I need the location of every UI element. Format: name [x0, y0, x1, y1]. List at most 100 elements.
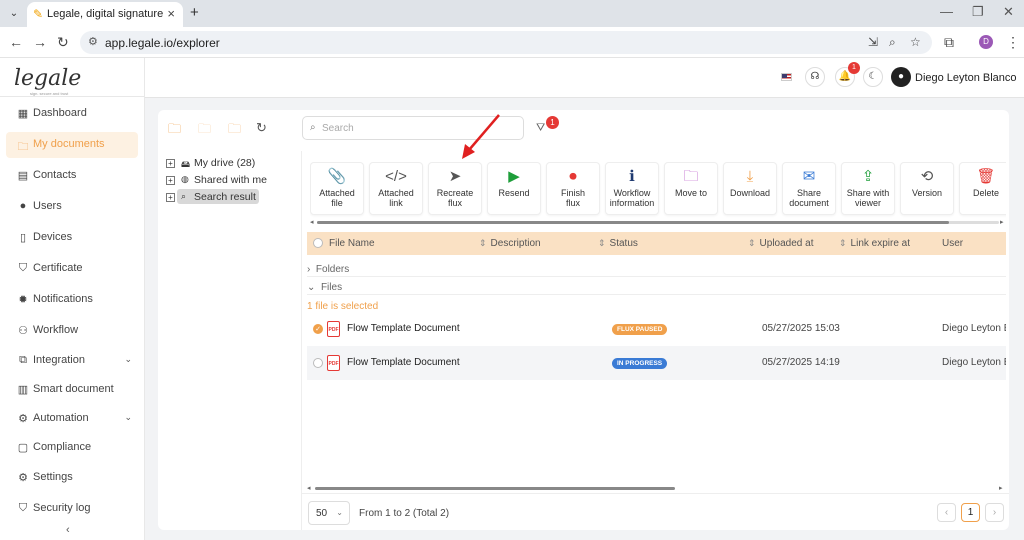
refresh-icon[interactable]: ↻ [256, 120, 267, 136]
column-link-expire[interactable]: ⇕ Link expire at [839, 238, 910, 249]
attached-file-button[interactable]: 📎 Attached file [310, 162, 364, 215]
collapse-sidebar-icon[interactable]: ‹ [66, 524, 70, 536]
user-name[interactable]: Diego Leyton Blanco [915, 72, 1017, 84]
group-files[interactable]: ⌄ Files [307, 282, 342, 293]
dashboard-icon: ▦ [17, 108, 29, 120]
next-page-button[interactable]: › [985, 503, 1004, 522]
divider [302, 493, 1009, 494]
column-uploaded-at[interactable]: ⇕ Uploaded at [748, 238, 813, 249]
sidebar-item-automation[interactable]: ⚙ Automation ⌄ [6, 406, 138, 432]
dark-mode-icon[interactable]: ☾ [863, 67, 883, 87]
sidebar-item-certificate[interactable]: ⛉ Certificate [6, 256, 138, 282]
share-document-button[interactable]: ✉ Share document [782, 162, 836, 215]
restore-icon[interactable]: ❐ [972, 4, 984, 20]
download-folder-icon[interactable]: 🗀 [198, 120, 211, 142]
minimize-icon[interactable]: — [940, 4, 953, 19]
page-button-current[interactable]: 1 [961, 503, 980, 522]
column-label: Description [490, 238, 541, 249]
site-info-icon[interactable]: ⚙ [88, 35, 98, 48]
expand-icon[interactable]: + [166, 159, 175, 168]
zoom-icon[interactable]: ⌕ [889, 35, 896, 50]
move-to-button[interactable]: 🗀 Move to [664, 162, 718, 215]
prev-page-button[interactable]: ‹ [937, 503, 956, 522]
column-user[interactable]: User [942, 238, 963, 249]
sidebar-item-label: Notifications [33, 293, 93, 305]
scroll-right-icon[interactable]: ▸ [999, 484, 1003, 492]
code-link-icon: </> [385, 168, 407, 185]
page-size-select[interactable]: 50 ⌄ [308, 501, 350, 525]
chevron-down-icon[interactable]: ⌄ [124, 412, 132, 423]
column-status[interactable]: ⇕ Status [598, 238, 638, 249]
us-flag-icon[interactable] [781, 73, 792, 81]
column-description[interactable]: ⇕ Description [479, 238, 541, 249]
forward-icon[interactable]: → [33, 34, 47, 50]
action-label-line1: Attached [378, 188, 414, 198]
tab-search-button[interactable]: ⌄ [6, 6, 22, 22]
column-file-name[interactable]: File Name [329, 238, 375, 249]
sidebar-item-settings[interactable]: ⚙ Settings [6, 465, 138, 491]
scroll-thumb[interactable] [317, 221, 949, 224]
expand-icon[interactable]: + [166, 176, 175, 185]
install-app-icon[interactable]: ⇲ [868, 35, 878, 49]
finish-flux-button[interactable]: ⏺ Finish flux [546, 162, 600, 215]
table-row[interactable]: ✓ PDF Flow Template Document FLUX PAUSED 05/… [307, 312, 1006, 346]
back-icon[interactable]: ← [9, 34, 23, 50]
explorer-panel: 🗀 🗀 🗀 ↻ ⌕ Search ⛛ 1 + 🖴 My drive (28) + ◍ Sh… [158, 110, 1009, 530]
sidebar-item-label: Compliance [33, 441, 92, 453]
filter-icon[interactable]: ⛛ [536, 122, 545, 135]
table-scrollbar[interactable]: ◂ ▸ [307, 484, 1006, 492]
resend-button[interactable]: ▶ Resend [487, 162, 541, 215]
sidebar-item-integration[interactable]: ⧉ Integration ⌄ [6, 348, 138, 374]
sidebar-item-smart-document[interactable]: ▥ Smart document [6, 377, 138, 403]
toolbar-scrollbar[interactable]: ◂ ▸ [310, 218, 1006, 226]
sidebar-item-dashboard[interactable]: ▦ Dashboard [6, 101, 138, 127]
new-tab-button[interactable]: + [190, 4, 199, 21]
attached-link-button[interactable]: </> Attached link [369, 162, 423, 215]
sidebar-item-devices[interactable]: ▯ Devices [6, 225, 138, 251]
search-input[interactable]: ⌕ Search [302, 116, 524, 140]
table-row[interactable]: PDF Flow Template Document IN PROGRESS 05/2… [307, 346, 1006, 380]
workflow-information-button[interactable]: ℹ Workflow information [605, 162, 659, 215]
sidebar-item-users[interactable]: ● Users [6, 194, 138, 220]
menu-icon[interactable]: ⋮ [1006, 34, 1020, 51]
user-avatar-icon[interactable]: ● [891, 67, 911, 87]
close-icon[interactable]: × [167, 6, 175, 21]
close-window-icon[interactable]: ✕ [1003, 4, 1014, 20]
rename-folder-icon[interactable]: 🗀 [228, 120, 241, 142]
download-icon: ⤓ [746, 168, 754, 185]
delete-button[interactable]: 🗑 Delete [959, 162, 1006, 215]
new-folder-icon[interactable]: 🗀 [168, 120, 181, 142]
version-button[interactable]: ⟲ Version [900, 162, 954, 215]
sidebar-item-label: Certificate [33, 262, 83, 274]
reload-icon[interactable]: ↻ [57, 34, 69, 51]
share-with-viewer-button[interactable]: ⇪ Share with viewer [841, 162, 895, 215]
support-icon[interactable]: ☊ [805, 67, 825, 87]
sidebar-item-compliance[interactable]: ▢ Compliance [6, 435, 138, 461]
scroll-left-icon[interactable]: ◂ [307, 484, 311, 492]
sidebar-item-workflow[interactable]: ⚇ Workflow [6, 318, 138, 344]
scroll-thumb[interactable] [315, 487, 675, 490]
action-label-line1: Share [796, 188, 822, 198]
group-folders[interactable]: › Folders [307, 264, 349, 275]
download-button[interactable]: ⤓ Download [723, 162, 777, 215]
chevron-down-icon[interactable]: ⌄ [124, 354, 132, 365]
expand-icon[interactable]: + [166, 193, 175, 202]
file-name[interactable]: Flow Template Document [347, 357, 460, 368]
select-all-checkbox[interactable] [313, 238, 323, 248]
legale-logo[interactable]: legale [14, 66, 81, 91]
profile-avatar[interactable]: D [979, 35, 993, 49]
bookmark-star-icon[interactable]: ☆ [910, 35, 921, 49]
scroll-right-icon[interactable]: ▸ [1000, 218, 1004, 226]
row-checkbox[interactable] [313, 358, 323, 368]
recreate-flux-button[interactable]: ➤ Recreate flux [428, 162, 482, 215]
sidebar-item-notifications[interactable]: ✹ Notifications [6, 287, 138, 313]
sidebar-item-security-log[interactable]: ⛉ Security log [6, 496, 138, 522]
file-name[interactable]: Flow Template Document [347, 323, 460, 334]
row-checkbox[interactable]: ✓ [313, 324, 323, 334]
extensions-icon[interactable]: ⧉ [944, 34, 954, 51]
address-bar[interactable]: ⚙ app.legale.io/explorer ⇲ ⌕ ☆ [80, 31, 932, 54]
browser-tab[interactable]: ✎ Legale, digital signature × [27, 2, 183, 27]
scroll-left-icon[interactable]: ◂ [310, 218, 314, 226]
sidebar-item-contacts[interactable]: ▤ Contacts [6, 163, 138, 189]
sidebar-item-my-documents[interactable]: 🗀 My documents [6, 132, 138, 158]
